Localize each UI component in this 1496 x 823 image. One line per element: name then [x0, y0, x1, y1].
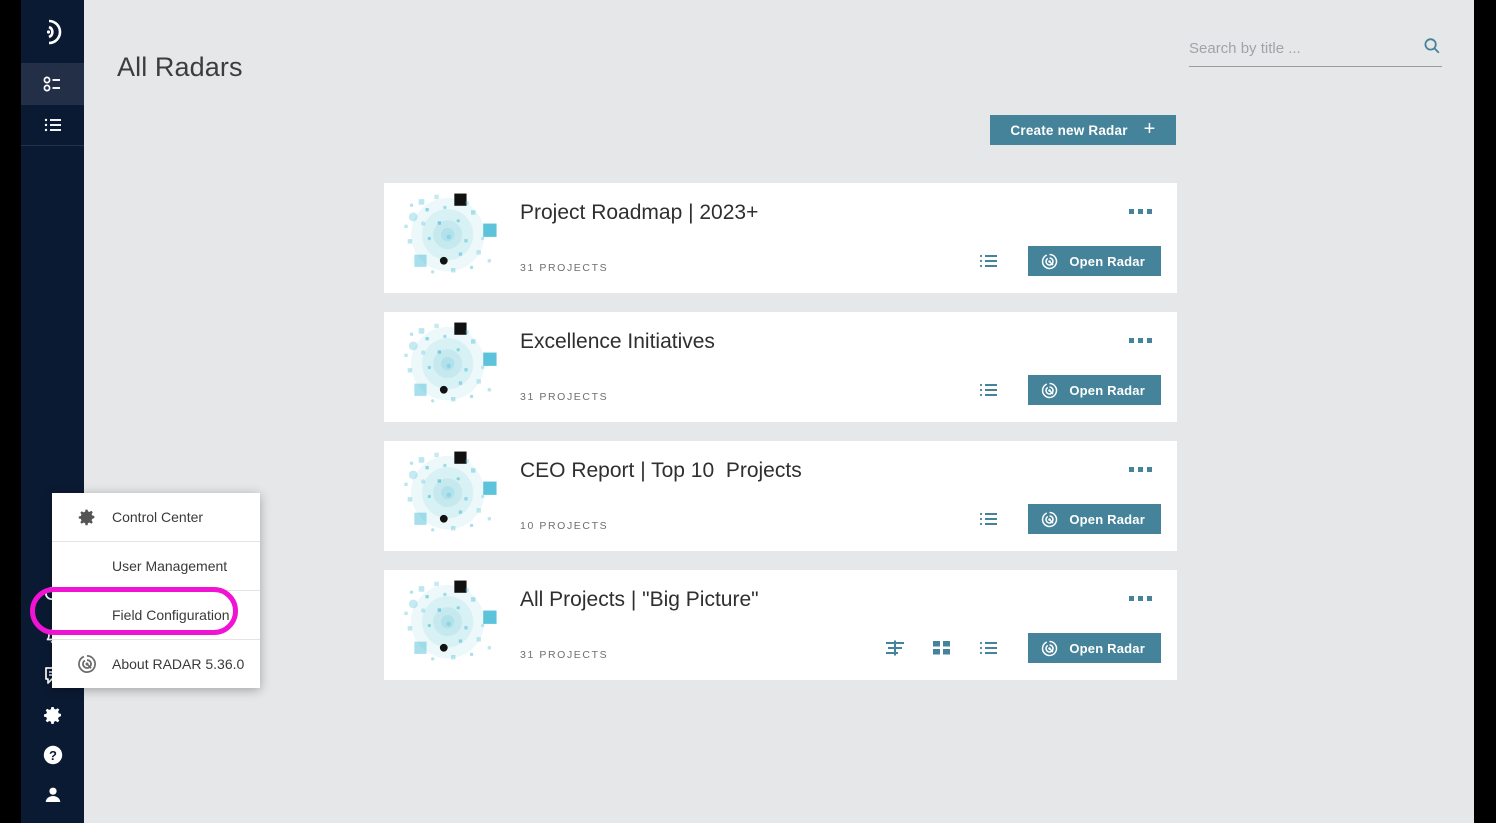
radar-project-count: 31 PROJECTS [520, 262, 609, 274]
radar-card-actions: Open Radar [978, 246, 1161, 276]
list-icon[interactable] [978, 638, 1000, 658]
radar-icon [1040, 510, 1059, 529]
open-radar-label: Open Radar [1069, 253, 1145, 269]
radar-card-body: Project Roadmap | 2023+ 31 PROJECTS Open R… [501, 183, 1177, 293]
radar-card[interactable]: Project Roadmap | 2023+ 31 PROJECTS Open R… [384, 183, 1177, 293]
search-box[interactable] [1189, 36, 1442, 67]
list-icon[interactable] [978, 509, 1000, 529]
radar-card-actions: Open Radar [884, 633, 1161, 663]
radar-card-title: CEO Report | Top 10 Projects [520, 459, 802, 482]
open-radar-label: Open Radar [1069, 382, 1145, 398]
sidebar-item-settings[interactable] [21, 695, 84, 735]
sidebar-divider [21, 145, 84, 146]
gear-icon [62, 506, 112, 528]
sidebar-item-help[interactable]: ? [21, 735, 84, 775]
radar-logo[interactable] [21, 0, 84, 63]
menu-item-about-radar-5-36-0[interactable]: About RADAR 5.36.0 [52, 640, 260, 688]
radar-card[interactable]: Excellence Initiatives 31 PROJECTS Open Ra… [384, 312, 1177, 422]
svg-text:?: ? [49, 748, 57, 763]
app-window: ? All Radars C [21, 0, 1474, 823]
radar-card-title: Excellence Initiatives [520, 330, 715, 353]
radar-thumbnail [401, 188, 501, 288]
more-options-icon[interactable] [1125, 205, 1156, 218]
menu-item-user-management[interactable]: User Management [52, 542, 260, 591]
grid-icon[interactable] [932, 638, 952, 658]
radar-card[interactable]: All Projects | "Big Picture" 31 PROJECTS O… [384, 570, 1177, 680]
list-icon[interactable] [978, 380, 1000, 400]
radar-card-body: All Projects | "Big Picture" 31 PROJECTS O… [501, 570, 1177, 680]
person-icon [41, 783, 65, 807]
plus-icon: + [1143, 118, 1156, 140]
open-radar-button[interactable]: Open Radar [1028, 633, 1161, 663]
question-icon: ? [41, 743, 65, 767]
search-input[interactable] [1189, 40, 1399, 57]
search-icon[interactable] [1422, 36, 1442, 61]
radar-card-body: CEO Report | Top 10 Projects 10 PROJECTS O… [501, 441, 1177, 551]
open-radar-button[interactable]: Open Radar [1028, 375, 1161, 405]
radar-thumbnail [401, 317, 501, 417]
sidebar-item-radars[interactable] [21, 64, 84, 104]
menu-item-label: About RADAR 5.36.0 [112, 656, 245, 672]
radar-card-actions: Open Radar [978, 504, 1161, 534]
radar-list-icon [41, 72, 65, 96]
radar-project-count: 31 PROJECTS [520, 649, 609, 661]
menu-item-field-configuration[interactable]: Field Configuration [30, 587, 260, 640]
open-radar-button[interactable]: Open Radar [1028, 504, 1161, 534]
chart-bars-icon[interactable] [884, 638, 906, 658]
radar-icon [1040, 639, 1059, 658]
open-radar-label: Open Radar [1069, 511, 1145, 527]
create-new-radar-label: Create new Radar [1010, 122, 1128, 138]
menu-item-label: User Management [112, 558, 228, 574]
sidebar-item-list[interactable] [21, 105, 84, 145]
menu-item-label: Control Center [112, 509, 204, 525]
sidebar: ? [21, 0, 84, 823]
radar-project-count: 10 PROJECTS [520, 520, 609, 532]
radar-icon [62, 653, 112, 675]
more-options-icon[interactable] [1125, 334, 1156, 347]
list-icon [41, 113, 65, 137]
menu-item-control-center[interactable]: Control Center [52, 493, 260, 542]
gear-icon [41, 703, 65, 727]
create-new-radar-button[interactable]: Create new Radar + [990, 115, 1176, 145]
menu-item-label: Field Configuration [112, 607, 230, 623]
radar-icon [1040, 381, 1059, 400]
radar-thumbnail [401, 446, 501, 546]
radar-card[interactable]: CEO Report | Top 10 Projects 10 PROJECTS O… [384, 441, 1177, 551]
radar-logo-icon [38, 17, 68, 47]
page-title: All Radars [117, 52, 243, 83]
radar-project-count: 31 PROJECTS [520, 391, 609, 403]
radar-icon [1040, 252, 1059, 271]
radar-card-title: Project Roadmap | 2023+ [520, 201, 759, 224]
open-radar-button[interactable]: Open Radar [1028, 246, 1161, 276]
list-icon[interactable] [978, 251, 1000, 271]
radar-card-title: All Projects | "Big Picture" [520, 588, 759, 611]
sidebar-item-account[interactable] [21, 775, 84, 815]
radar-card-list: Project Roadmap | 2023+ 31 PROJECTS Open R… [384, 183, 1177, 699]
open-radar-label: Open Radar [1069, 640, 1145, 656]
more-options-icon[interactable] [1125, 592, 1156, 605]
radar-thumbnail [401, 575, 501, 675]
radar-card-actions: Open Radar [978, 375, 1161, 405]
more-options-icon[interactable] [1125, 463, 1156, 476]
radar-card-body: Excellence Initiatives 31 PROJECTS Open Ra… [501, 312, 1177, 422]
settings-popup-menu: Control Center User Management Field Confi… [30, 493, 260, 688]
